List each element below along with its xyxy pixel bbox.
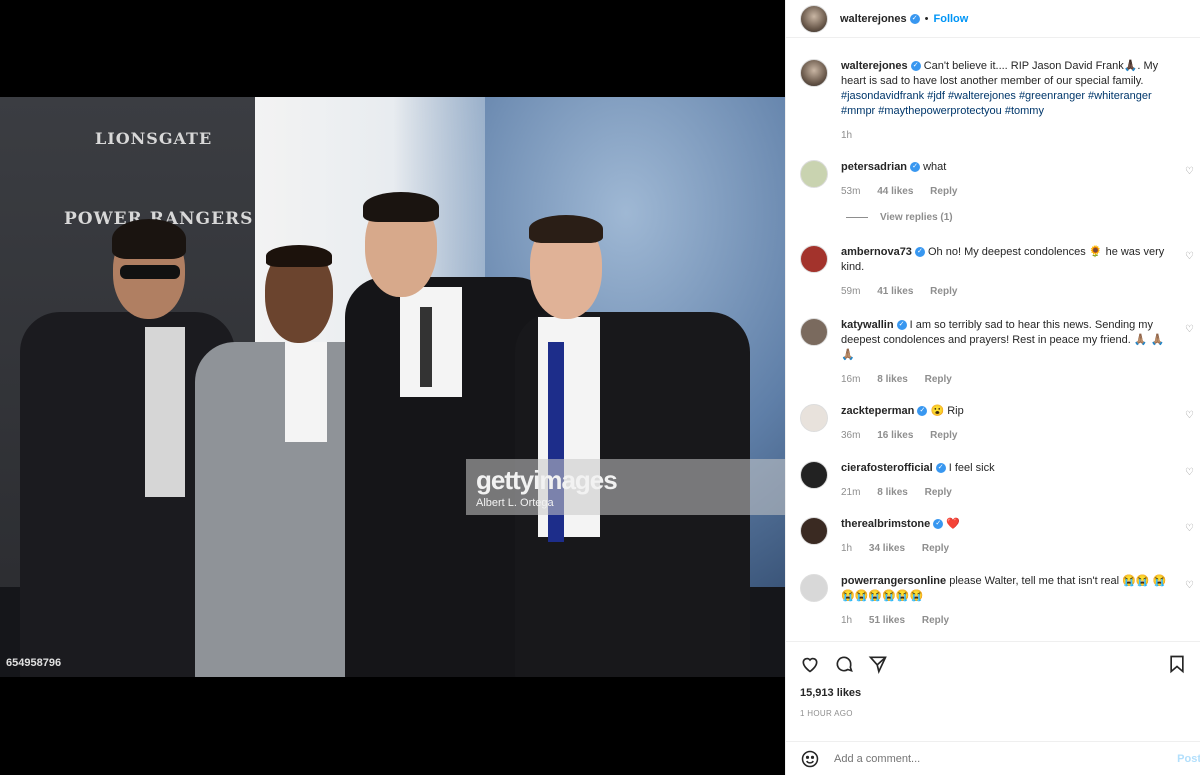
getty-watermark: gettyimages Albert L. Ortega [466, 459, 785, 515]
save-bookmark-icon[interactable] [1167, 654, 1187, 674]
comment-username[interactable]: ambernova73 [841, 246, 912, 258]
comment-text: what [923, 161, 947, 173]
post-actions: 15,913 likes 1 HOUR AGO [786, 641, 1200, 727]
commenter-avatar[interactable] [800, 461, 828, 489]
comment-username[interactable]: powerrangersonline [841, 575, 946, 587]
comment-age: 21m [841, 487, 861, 498]
like-comment-heart-icon[interactable]: ♡ [1185, 410, 1195, 421]
comment-likes[interactable]: 41 likes [877, 286, 913, 297]
like-heart-icon[interactable] [800, 654, 820, 674]
verified-badge-icon: ✓ [933, 519, 944, 530]
comments-list[interactable]: walterejones ✓ Can't believe it.... RIP J… [786, 39, 1200, 641]
comment-item: cierafosterofficial ✓ I feel sick 21m 8 l… [800, 461, 1195, 500]
like-comment-heart-icon[interactable]: ♡ [1185, 523, 1195, 534]
reply-button[interactable]: Reply [922, 543, 949, 554]
comment-username[interactable]: petersadrian [841, 161, 907, 173]
follow-button[interactable]: Follow [934, 13, 969, 25]
post-comment-button[interactable]: Post [1177, 753, 1200, 765]
comment-likes[interactable]: 34 likes [869, 543, 905, 554]
verified-badge-icon: ✓ [896, 320, 907, 331]
comment-item: katywallin ✓ I am so terribly sad to hear… [800, 318, 1195, 387]
post-viewer: LIONSGATE POWER RANGERS gettyimages Albe… [0, 0, 1200, 775]
comment-item: petersadrian ✓ what 53m 44 likes Reply ♡ [800, 160, 1195, 199]
replies-line [846, 217, 868, 218]
reply-button[interactable]: Reply [930, 430, 957, 441]
verified-badge-icon: ✓ [914, 247, 925, 258]
comment-username[interactable]: katywallin [841, 319, 894, 331]
caption-username[interactable]: walterejones [841, 60, 908, 72]
comment-username[interactable]: cierafosterofficial [841, 462, 933, 474]
author-avatar[interactable] [800, 4, 828, 33]
reply-button[interactable]: Reply [930, 186, 957, 197]
reply-button[interactable]: Reply [930, 286, 957, 297]
photo-id: 654958796 [6, 657, 62, 669]
verified-badge-icon: ✓ [910, 162, 921, 173]
post-photo[interactable]: LIONSGATE POWER RANGERS gettyimages Albe… [0, 97, 785, 677]
verified-badge-icon: ✓ [935, 463, 946, 474]
commenter-avatar[interactable] [800, 404, 828, 432]
comment-text: I feel sick [948, 462, 995, 474]
comment-likes[interactable]: 16 likes [877, 430, 913, 441]
watermark-credit: Albert L. Ortega [476, 497, 554, 509]
commenter-avatar[interactable] [800, 574, 828, 602]
comment-age: 59m [841, 286, 861, 297]
comment-age: 36m [841, 430, 861, 441]
comment-item: ambernova73 ✓ Oh no! My deepest condolenc… [800, 245, 1195, 299]
separator-dot: • [924, 12, 929, 25]
post-media[interactable]: LIONSGATE POWER RANGERS gettyimages Albe… [0, 0, 785, 775]
comment-username[interactable]: zackteperman [841, 405, 914, 417]
post-caption: walterejones ✓ Can't believe it.... RIP J… [786, 39, 1200, 143]
comment-age: 16m [841, 374, 861, 385]
verified-badge-icon: ✓ [910, 61, 921, 72]
comment-text: 😮 Rip [930, 405, 964, 417]
emoji-icon[interactable] [800, 749, 820, 769]
commenter-avatar[interactable] [800, 318, 828, 346]
comment-bubble-icon[interactable] [834, 654, 854, 674]
like-comment-heart-icon[interactable]: ♡ [1185, 580, 1195, 591]
caption-hashtags[interactable]: #jasondavidfrank #jdf #walterejones #gre… [841, 90, 1152, 117]
caption-age: 1h [841, 130, 853, 141]
comment-likes[interactable]: 44 likes [877, 186, 913, 197]
comment-item: therealbrimstone ✓ ❤️ 1h 34 likes Reply ♡ [800, 517, 1195, 556]
author-username[interactable]: walterejones [840, 13, 907, 25]
like-comment-heart-icon[interactable]: ♡ [1185, 166, 1195, 177]
comment-age: 53m [841, 186, 861, 197]
commenter-avatar[interactable] [800, 160, 828, 188]
comment-input[interactable] [834, 752, 1154, 765]
commenter-avatar[interactable] [800, 245, 828, 273]
comment-text: ❤️ [946, 518, 961, 530]
reply-button[interactable]: Reply [925, 374, 952, 385]
commenter-avatar[interactable] [800, 517, 828, 545]
sponsor-lionsgate: LIONSGATE [95, 129, 213, 148]
verified-badge-icon: ✓ [917, 406, 928, 417]
likes-count[interactable]: 15,913 likes [800, 687, 1187, 699]
post-sidebar: walterejones ✓ • Follow walterejones ✓ Ca… [785, 0, 1200, 775]
view-replies-button[interactable]: View replies (1) [846, 212, 953, 223]
watermark-brand: gettyimages [476, 465, 618, 495]
view-replies-label: View replies (1) [880, 212, 953, 223]
comment-age: 1h [841, 543, 853, 554]
comment-item: zackteperman ✓ 😮 Rip 36m 16 likes Reply ♡ [800, 404, 1195, 443]
add-comment-bar: Post [786, 741, 1200, 775]
reply-button[interactable]: Reply [925, 487, 952, 498]
reply-button[interactable]: Reply [922, 615, 949, 626]
comment-username[interactable]: therealbrimstone [841, 518, 930, 530]
verified-badge-icon: ✓ [909, 13, 920, 24]
comment-likes[interactable]: 8 likes [877, 487, 908, 498]
post-timestamp: 1 HOUR AGO [800, 709, 853, 718]
comment-likes[interactable]: 8 likes [877, 374, 908, 385]
post-header: walterejones ✓ • Follow [786, 0, 1200, 38]
comment-item: powerrangersonline please Walter, tell m… [800, 574, 1195, 628]
comment-likes[interactable]: 51 likes [869, 615, 905, 626]
like-comment-heart-icon[interactable]: ♡ [1185, 467, 1195, 478]
caption-avatar[interactable] [800, 59, 828, 87]
like-comment-heart-icon[interactable]: ♡ [1185, 251, 1195, 262]
like-comment-heart-icon[interactable]: ♡ [1185, 324, 1195, 335]
share-paper-plane-icon[interactable] [868, 654, 888, 674]
comment-age: 1h [841, 615, 853, 626]
